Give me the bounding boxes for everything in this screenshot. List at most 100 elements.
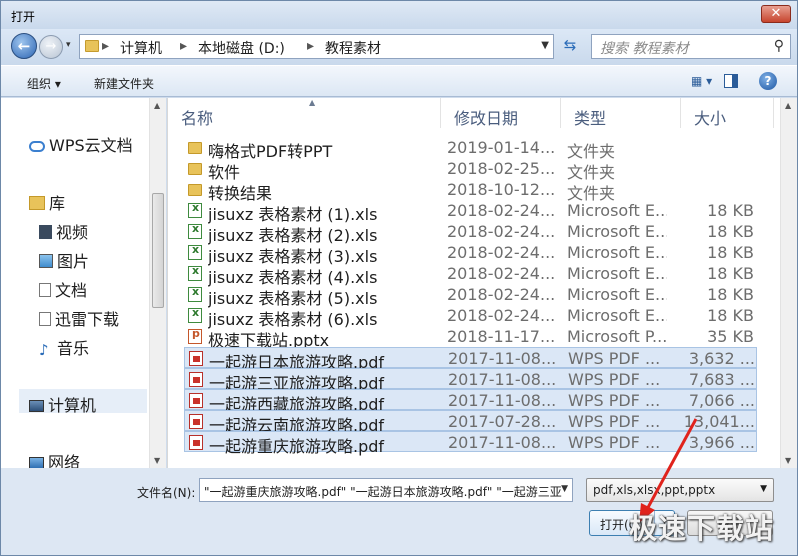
file-type-chevron-icon: ▼	[760, 484, 767, 494]
cloud-icon	[29, 141, 45, 152]
filename-dropdown-chevron-icon[interactable]: ▼	[561, 484, 568, 494]
file-type: Microsoft E...	[567, 264, 667, 283]
file-row[interactable]: jisuxz 表格素材 (5).xls2018-02-24...Microsof…	[184, 284, 757, 308]
breadcrumb-separator[interactable]: ▸	[102, 38, 109, 54]
file-row[interactable]: 一起游西藏旅游攻略.pdf 2017-11-08... WPS PDF ... 7,0…	[184, 389, 757, 414]
file-row[interactable]: 软件 2018-02-25... 文件夹	[184, 158, 757, 182]
xls-icon	[188, 285, 202, 302]
file-row[interactable]: jisuxz 表格素材 (2).xls2018-02-24...Microsof…	[184, 221, 757, 245]
file-size: 3,966 ...	[688, 433, 755, 452]
file-date: 2018-11-17...	[447, 327, 556, 346]
xls-icon	[188, 222, 202, 239]
file-type-value: pdf,xls,xlsx,ppt,pptx	[593, 483, 716, 497]
filename-input[interactable]: "一起游重庆旅游攻略.pdf" "一起游日本旅游攻略.pdf" "一起游三亚 ▼	[199, 478, 573, 502]
folder-icon	[188, 142, 202, 154]
file-name: 一起游重庆旅游攻略.pdf	[209, 437, 385, 456]
file-size: 35 KB	[707, 327, 754, 346]
file-date: 2018-02-24...	[447, 285, 556, 304]
file-date: 2017-07-28...	[448, 412, 557, 431]
file-row[interactable]: 嗨格式PDF转PPT 2019-01-14... 文件夹	[184, 137, 757, 161]
preview-pane-icon[interactable]	[724, 74, 738, 88]
file-date: 2018-02-24...	[447, 264, 556, 283]
file-date: 2018-02-24...	[447, 201, 556, 220]
file-type: Microsoft E...	[567, 306, 667, 325]
new-folder-button[interactable]: 新建文件夹	[94, 75, 154, 92]
sidebar-item-label: 库	[49, 194, 66, 213]
file-date: 2018-10-12...	[447, 180, 556, 199]
change-view-icon[interactable]: ▦ ▾	[691, 74, 719, 90]
file-list-scrollbar[interactable]: ▲ ▼	[780, 98, 797, 468]
column-header-name[interactable]: 名称	[168, 98, 441, 128]
search-icon[interactable]: ⚲	[774, 38, 784, 54]
file-size: 7,066 ...	[688, 391, 755, 410]
refresh-icon[interactable]: ⇆	[559, 34, 581, 59]
file-size: 18 KB	[707, 264, 754, 283]
picture-icon	[39, 254, 53, 268]
xls-icon	[188, 243, 202, 260]
breadcrumb-separator[interactable]: ▸	[180, 38, 187, 54]
file-row[interactable]: jisuxz 表格素材 (6).xls2018-02-24...Microsof…	[184, 305, 757, 329]
sidebar-item-label: 文档	[55, 281, 88, 300]
address-bar[interactable]: ▸ 计算机 ▸ 本地磁盘 (D:) ▸ 教程素材 ▼	[79, 34, 554, 59]
help-button[interactable]: ?	[759, 72, 777, 90]
close-button[interactable]: ✕	[761, 5, 791, 23]
sidebar-item-library[interactable]: 库	[29, 190, 65, 214]
scrollbar-thumb[interactable]	[152, 193, 164, 308]
search-input[interactable]: 搜索 教程素材 ⚲	[591, 34, 791, 59]
column-header-type[interactable]: 类型	[561, 98, 681, 128]
file-type: WPS PDF ...	[568, 391, 661, 410]
file-row[interactable]: 一起游云南旅游攻略.pdf 2017-07-28... WPS PDF ... 13,…	[184, 410, 757, 435]
breadcrumb-tutorial-materials[interactable]: 教程素材	[325, 38, 381, 58]
folder-icon	[85, 40, 99, 52]
file-row[interactable]: jisuxz 表格素材 (3).xls2018-02-24...Microsof…	[184, 242, 757, 266]
recent-locations-chevron-icon[interactable]: ▾	[66, 40, 71, 50]
sidebar-item-computer[interactable]: 计算机	[29, 392, 96, 416]
scroll-down-icon[interactable]: ▼	[785, 456, 791, 465]
scroll-up-icon[interactable]: ▲	[154, 101, 160, 110]
sidebar-item-documents[interactable]: 文档	[39, 277, 87, 301]
file-type: WPS PDF ...	[568, 349, 661, 368]
pdf-icon	[189, 351, 203, 366]
navigation-pane-scrollbar[interactable]: ▲ ▼	[149, 98, 166, 468]
file-date: 2018-02-24...	[447, 306, 556, 325]
column-header-size[interactable]: 大小	[681, 98, 774, 128]
breadcrumb-local-disk[interactable]: 本地磁盘 (D:)	[198, 38, 285, 58]
video-icon	[39, 225, 52, 239]
sidebar-item-wps-cloud[interactable]: WPS云文档	[29, 132, 133, 156]
file-date: 2018-02-24...	[447, 243, 556, 262]
file-row[interactable]: jisuxz 表格素材 (1).xls2018-02-24...Microsof…	[184, 200, 757, 224]
breadcrumb-computer[interactable]: 计算机	[120, 38, 162, 58]
file-row[interactable]: 一起游日本旅游攻略.pdf 2017-11-08... WPS PDF ... 3,6…	[184, 347, 757, 372]
organize-button[interactable]: 组织 ▾	[27, 75, 61, 92]
file-row[interactable]: 极速下载站.pptx2018-11-17...Microsoft P...35 …	[184, 326, 757, 350]
file-date: 2017-11-08...	[448, 349, 557, 368]
file-type: Microsoft E...	[567, 201, 667, 220]
forward-button[interactable]: →	[39, 35, 63, 59]
xls-icon	[188, 201, 202, 218]
scroll-down-icon[interactable]: ▼	[154, 456, 160, 465]
file-row[interactable]: 一起游重庆旅游攻略.pdf 2017-11-08... WPS PDF ... 3,9…	[184, 431, 757, 456]
sidebar-item-video[interactable]: 视频	[39, 219, 88, 243]
file-row[interactable]: jisuxz 表格素材 (4).xls2018-02-24...Microsof…	[184, 263, 757, 287]
sidebar-item-label: 视频	[56, 223, 89, 242]
title-bar[interactable]: 打开 ✕	[1, 1, 797, 29]
back-button[interactable]: ←	[11, 33, 37, 59]
file-size: 7,683 ...	[688, 370, 755, 389]
file-size: 13,041...	[683, 412, 755, 431]
command-toolbar: 组织 ▾ 新建文件夹 ▦ ▾ ?	[1, 65, 797, 97]
file-row[interactable]: 一起游三亚旅游攻略.pdf 2017-11-08... WPS PDF ... 7,6…	[184, 368, 757, 393]
file-type-select[interactable]: pdf,xls,xlsx,ppt,pptx ▼	[586, 478, 774, 502]
column-header-date[interactable]: 修改日期	[441, 98, 561, 128]
filename-label: 文件名(N):	[137, 486, 196, 500]
sidebar-item-thunder-downloads[interactable]: 迅雷下载	[39, 306, 119, 330]
sidebar-item-music[interactable]: ♪ 音乐	[39, 335, 89, 359]
sidebar-item-pictures[interactable]: 图片	[39, 248, 89, 272]
file-row[interactable]: 转换结果 2018-10-12... 文件夹	[184, 179, 757, 203]
library-icon	[29, 196, 45, 210]
scroll-up-icon[interactable]: ▲	[785, 101, 791, 110]
sidebar-item-label: 迅雷下载	[55, 310, 120, 329]
file-date: 2019-01-14...	[447, 138, 556, 157]
breadcrumb-separator[interactable]: ▸	[307, 38, 314, 54]
window-title: 打开	[11, 10, 36, 24]
address-dropdown-chevron-icon[interactable]: ▼	[541, 40, 549, 51]
